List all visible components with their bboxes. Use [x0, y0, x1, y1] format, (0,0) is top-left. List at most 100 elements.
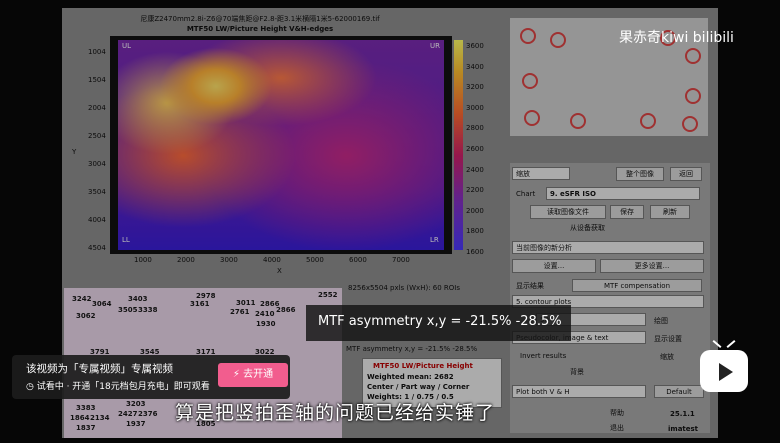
map-value: 3161 [190, 300, 210, 308]
mtf-compensation-button[interactable]: MTF compensation [572, 279, 702, 292]
x-tick: 4000 [263, 256, 281, 264]
analysis-select[interactable]: 当前图像的新分析 [512, 241, 704, 254]
plot-both-select[interactable]: Plot both V & H [512, 385, 646, 398]
map-value: 2427 [118, 410, 138, 418]
roi-circle [685, 88, 701, 104]
x-tick: 6000 [349, 256, 367, 264]
map-value: 3064 [92, 300, 112, 308]
window-title: 尼康Z2470mm2.8i-Z6@70端焦距@F2.8-距3.1米横隔1米5-6… [140, 15, 380, 23]
colorbar-tick: 1600 [466, 247, 484, 256]
map-value: 3011 [236, 299, 256, 307]
x-tick: 5000 [306, 256, 324, 264]
corner-ul: UL [122, 42, 132, 50]
colorbar-tick: 3400 [466, 62, 484, 71]
summary-title: MTF50 LW/Picture Height [373, 362, 473, 370]
read-image-button[interactable]: 读取图像文件 [530, 205, 606, 219]
colorbar-ticks: 3600 3400 3200 3000 2800 2600 2400 2200 … [466, 36, 484, 263]
y-tick: 2004 [88, 104, 106, 112]
x-tick: 1000 [134, 256, 152, 264]
display-settings-button[interactable]: 显示设置 [654, 334, 682, 344]
map-value: 3338 [138, 306, 158, 314]
map-value: 1864 [70, 414, 90, 422]
roi-circle [570, 113, 586, 129]
help-button[interactable]: 帮助 [610, 408, 624, 418]
y-tick: 3504 [88, 188, 106, 196]
corner-lr: LR [430, 236, 439, 244]
zoom2-button[interactable]: 缩放 [660, 352, 674, 362]
exit-button[interactable]: 退出 [610, 423, 624, 433]
map-value: 1930 [256, 320, 276, 328]
mtf-heatmap: UL UR LL LR [110, 36, 452, 254]
x-tick: 3000 [220, 256, 238, 264]
tooltip-text: MTF asymmetry x,y = -21.5% -28.5% [318, 314, 562, 329]
invert-results-checkbox[interactable]: Invert results [520, 352, 566, 360]
summary-line: Center / Part way / Corner [367, 383, 470, 391]
colorbar-tick: 2200 [466, 186, 484, 195]
image-info: 8256x5504 pxls (WxH): 60 ROIs [348, 284, 460, 292]
map-value: 2761 [230, 308, 250, 316]
plot-button[interactable]: 绘图 [654, 316, 668, 326]
background-label: 背景 [570, 368, 584, 376]
corner-ll: LL [122, 236, 130, 244]
return-button[interactable]: 返回 [670, 167, 702, 181]
heatmap-area [118, 40, 444, 250]
map-value: 3505 [118, 306, 138, 314]
subscribe-label: 去开通 [243, 369, 274, 380]
colorbar [454, 40, 463, 250]
zoom-select[interactable]: 缩放 [512, 167, 570, 180]
exclusive-video-banner: 该视频为「专属视频」专属视频 ◷ 试看中 · 开通「18元档包月充电」即可观看 … [12, 355, 290, 399]
subscribe-button[interactable]: ⚡ 去开通 [218, 363, 288, 387]
map-value: 3403 [128, 295, 148, 303]
x-tick: 2000 [177, 256, 195, 264]
refresh-button[interactable]: 刷新 [650, 205, 690, 219]
map-value: 2978 [196, 292, 216, 300]
banner-subtitle: ◷ 试看中 · 开通「18元档包月充电」即可观看 [26, 382, 210, 392]
roi-circle [682, 116, 698, 132]
x-axis-label: X [277, 267, 282, 275]
whole-image-button[interactable]: 整个图像 [616, 167, 664, 181]
roi-circle [524, 110, 540, 126]
y-tick: 4504 [88, 244, 106, 252]
play-icon[interactable] [700, 340, 748, 392]
y-tick: 2504 [88, 132, 106, 140]
map-value: 1837 [76, 424, 96, 432]
y-axis-label: Y [72, 148, 77, 156]
map-value: 1937 [126, 420, 146, 428]
colorbar-tick: 3200 [466, 83, 484, 92]
control-panel: 缩放 整个图像 返回 Chart 9. eSFR ISO 读取图像文件 保存 刷… [510, 163, 710, 433]
tv-antenna [726, 340, 736, 348]
brand-logo: imatest [668, 425, 699, 433]
map-value: 3383 [76, 404, 96, 412]
colorbar-tick: 2600 [466, 144, 484, 153]
map-value: 2134 [90, 414, 110, 422]
chart-select[interactable]: 9. eSFR ISO [546, 187, 700, 200]
roi-circle [550, 32, 566, 48]
colorbar-tick: 2400 [466, 165, 484, 174]
y-tick: 1004 [88, 48, 106, 56]
display-results-label: 显示结果 [516, 282, 544, 290]
map-value: 2866 [276, 306, 296, 314]
video-subtitle: 算是把竖拍歪轴的问题已经给实锤了 [175, 402, 496, 424]
default-button[interactable]: Default [654, 385, 704, 398]
summary-line: Weighted mean: 2682 [367, 373, 454, 381]
settings-button[interactable]: 设置... [512, 259, 596, 273]
asymmetry-header: MTF asymmetry x,y = -21.5% -28.5% [346, 345, 478, 353]
map-value: 2376 [138, 410, 158, 418]
map-value: 2552 [318, 291, 338, 299]
save-button[interactable]: 保存 [610, 205, 644, 219]
roi-circle [685, 48, 701, 64]
map-value: 3242 [72, 295, 92, 303]
colorbar-tick: 2000 [466, 206, 484, 215]
device-acquire[interactable]: 从设备获取 [570, 223, 605, 233]
roi-circle [522, 73, 538, 89]
bilibili-watermark: 果赤奇kiwi bilibili [619, 30, 734, 46]
video-frame: 尼康Z2470mm2.8i-Z6@70端焦距@F2.8-距3.1米横隔1米5-6… [0, 0, 780, 443]
plot-title: MTF50 LW/Picture Height V&H-edges [186, 25, 334, 33]
more-settings-button[interactable]: 更多设置... [600, 259, 704, 273]
map-value: 2410 [255, 310, 275, 318]
banner-title: 该视频为「专属视频」专属视频 [26, 363, 173, 375]
banner-subtitle-text: 试看中 · 开通「18元档包月充电」即可观看 [36, 382, 210, 392]
corner-ur: UR [430, 42, 440, 50]
roi-circle [640, 113, 656, 129]
colorbar-tick: 3600 [466, 42, 484, 50]
